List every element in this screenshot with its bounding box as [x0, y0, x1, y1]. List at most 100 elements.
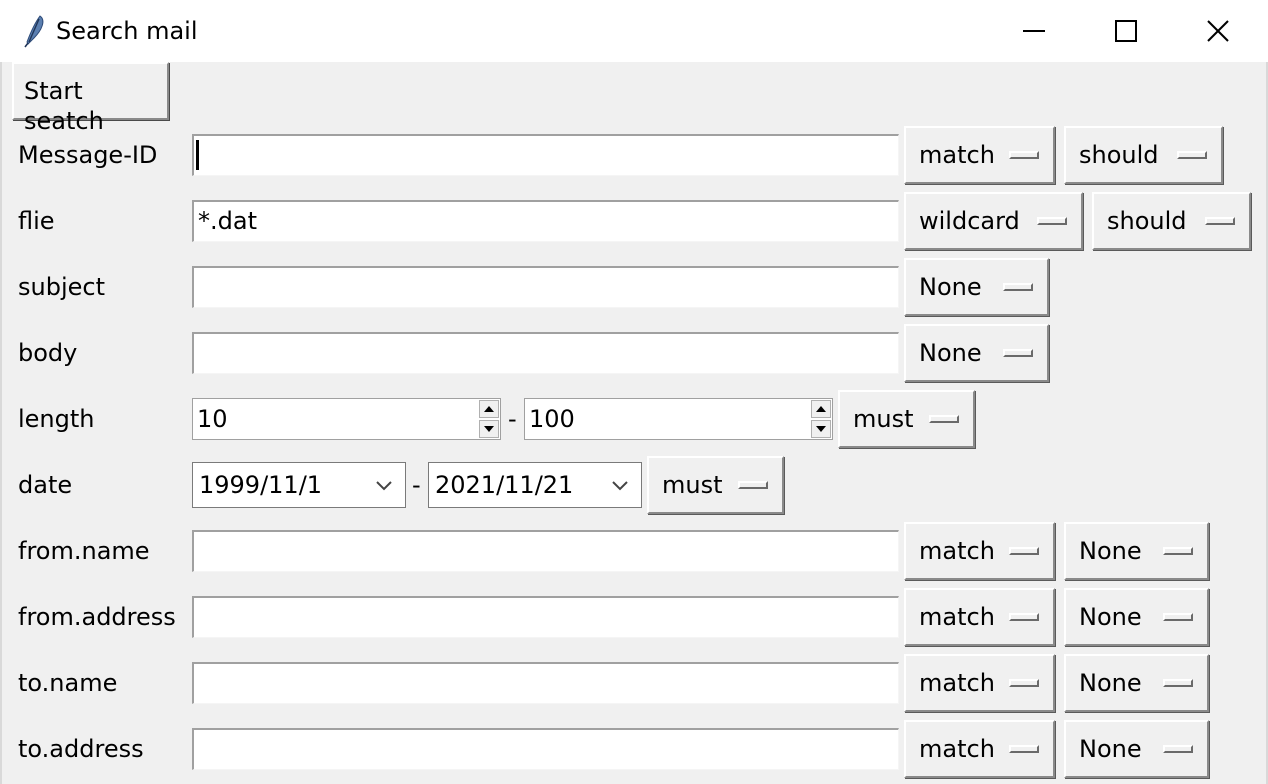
text-cursor: [196, 140, 199, 170]
spin-up-button[interactable]: [811, 400, 831, 418]
dropdown-indicator-icon: [1009, 613, 1039, 621]
to-name-label: to.name: [18, 669, 118, 697]
chevron-down-icon[interactable]: [611, 478, 629, 492]
dropdown-indicator-icon: [1163, 745, 1193, 753]
feather-icon: [24, 15, 44, 48]
maximize-button[interactable]: [1080, 0, 1172, 62]
window-left-edge: [0, 62, 2, 784]
length-separator: -: [508, 405, 517, 433]
from-name-mode-value: match: [919, 537, 995, 565]
dropdown-indicator-icon: [1163, 613, 1193, 621]
minimize-icon: [1023, 30, 1045, 32]
date-from-value: 1999/11/1: [199, 471, 323, 499]
close-button[interactable]: [1172, 0, 1264, 62]
date-label: date: [18, 471, 73, 499]
dropdown-indicator-icon: [1003, 283, 1033, 291]
length-occur-dropdown[interactable]: must: [838, 390, 975, 448]
from-address-occur-value: None: [1079, 603, 1142, 631]
dropdown-indicator-icon: [1163, 547, 1193, 555]
subject-occur-dropdown[interactable]: None: [904, 258, 1049, 316]
body-input[interactable]: [192, 332, 899, 374]
dropdown-indicator-icon: [1009, 745, 1039, 753]
from-name-label: from.name: [18, 537, 150, 565]
to-name-mode-value: match: [919, 669, 995, 697]
window-title: Search mail: [56, 17, 198, 45]
message-id-occur-value: should: [1079, 141, 1159, 169]
to-name-mode-dropdown[interactable]: match: [904, 654, 1055, 712]
length-label: length: [18, 405, 95, 433]
file-label: flie: [18, 207, 55, 235]
dropdown-indicator-icon: [738, 481, 768, 489]
to-name-input[interactable]: [192, 662, 899, 704]
to-address-occur-value: None: [1079, 735, 1142, 763]
chevron-down-icon[interactable]: [375, 478, 393, 492]
date-separator: -: [412, 471, 421, 499]
from-address-label: from.address: [18, 603, 176, 631]
dropdown-indicator-icon: [1009, 679, 1039, 687]
date-to-value: 2021/11/21: [435, 471, 574, 499]
spin-down-button[interactable]: [811, 420, 831, 438]
from-name-input[interactable]: [192, 530, 899, 572]
from-address-occur-dropdown[interactable]: None: [1064, 588, 1209, 646]
from-name-occur-dropdown[interactable]: None: [1064, 522, 1209, 580]
date-occur-dropdown[interactable]: must: [647, 456, 784, 514]
start-search-button[interactable]: Start seatch: [12, 62, 169, 135]
minimize-button[interactable]: [988, 0, 1080, 62]
to-address-occur-dropdown[interactable]: None: [1064, 720, 1209, 778]
file-occur-value: should: [1107, 207, 1187, 235]
subject-input[interactable]: [192, 266, 899, 308]
to-address-mode-value: match: [919, 735, 995, 763]
date-to-combobox[interactable]: 2021/11/21: [428, 462, 642, 508]
subject-occur-value: None: [919, 273, 982, 301]
dropdown-indicator-icon: [1009, 151, 1039, 159]
dropdown-indicator-icon: [929, 415, 959, 423]
to-address-input[interactable]: [192, 728, 899, 770]
message-id-mode-dropdown[interactable]: match: [904, 126, 1055, 184]
spin-down-button[interactable]: [479, 420, 499, 438]
dropdown-indicator-icon: [1205, 217, 1235, 225]
file-occur-dropdown[interactable]: should: [1092, 192, 1251, 250]
date-from-combobox[interactable]: 1999/11/1: [192, 462, 406, 508]
close-icon: [1207, 20, 1229, 42]
triangle-down-icon: [816, 426, 826, 432]
dropdown-indicator-icon: [1163, 679, 1193, 687]
from-address-mode-value: match: [919, 603, 995, 631]
from-name-occur-value: None: [1079, 537, 1142, 565]
length-occur-value: must: [853, 405, 914, 433]
date-occur-value: must: [662, 471, 723, 499]
triangle-up-icon: [816, 406, 826, 412]
search-mail-window: Search mail Start seatch Message-ID matc…: [0, 0, 1268, 784]
dropdown-indicator-icon: [1037, 217, 1067, 225]
body-label: body: [18, 339, 78, 367]
message-id-input[interactable]: [192, 134, 899, 176]
to-address-label: to.address: [18, 735, 144, 763]
body-occur-dropdown[interactable]: None: [904, 324, 1049, 382]
message-id-label: Message-ID: [18, 141, 158, 169]
file-input[interactable]: *.dat: [192, 200, 899, 242]
dropdown-indicator-icon: [1009, 547, 1039, 555]
subject-label: subject: [18, 273, 105, 301]
file-mode-dropdown[interactable]: wildcard: [904, 192, 1083, 250]
length-min-spinbox[interactable]: 10: [192, 398, 501, 440]
from-name-mode-dropdown[interactable]: match: [904, 522, 1055, 580]
message-id-occur-dropdown[interactable]: should: [1064, 126, 1223, 184]
title-bar[interactable]: Search mail: [0, 0, 1268, 62]
body-occur-value: None: [919, 339, 982, 367]
message-id-mode-value: match: [919, 141, 995, 169]
dropdown-indicator-icon: [1003, 349, 1033, 357]
file-mode-value: wildcard: [919, 207, 1020, 235]
maximize-icon: [1115, 20, 1137, 42]
length-min-value: 10: [197, 405, 228, 433]
to-name-occur-dropdown[interactable]: None: [1064, 654, 1209, 712]
length-max-spinbox[interactable]: 100: [524, 398, 833, 440]
dropdown-indicator-icon: [1177, 151, 1207, 159]
triangle-down-icon: [484, 426, 494, 432]
file-value: *.dat: [198, 207, 257, 235]
from-address-input[interactable]: [192, 596, 899, 638]
triangle-up-icon: [484, 406, 494, 412]
from-address-mode-dropdown[interactable]: match: [904, 588, 1055, 646]
length-max-value: 100: [529, 405, 575, 433]
to-name-occur-value: None: [1079, 669, 1142, 697]
to-address-mode-dropdown[interactable]: match: [904, 720, 1055, 778]
spin-up-button[interactable]: [479, 400, 499, 418]
